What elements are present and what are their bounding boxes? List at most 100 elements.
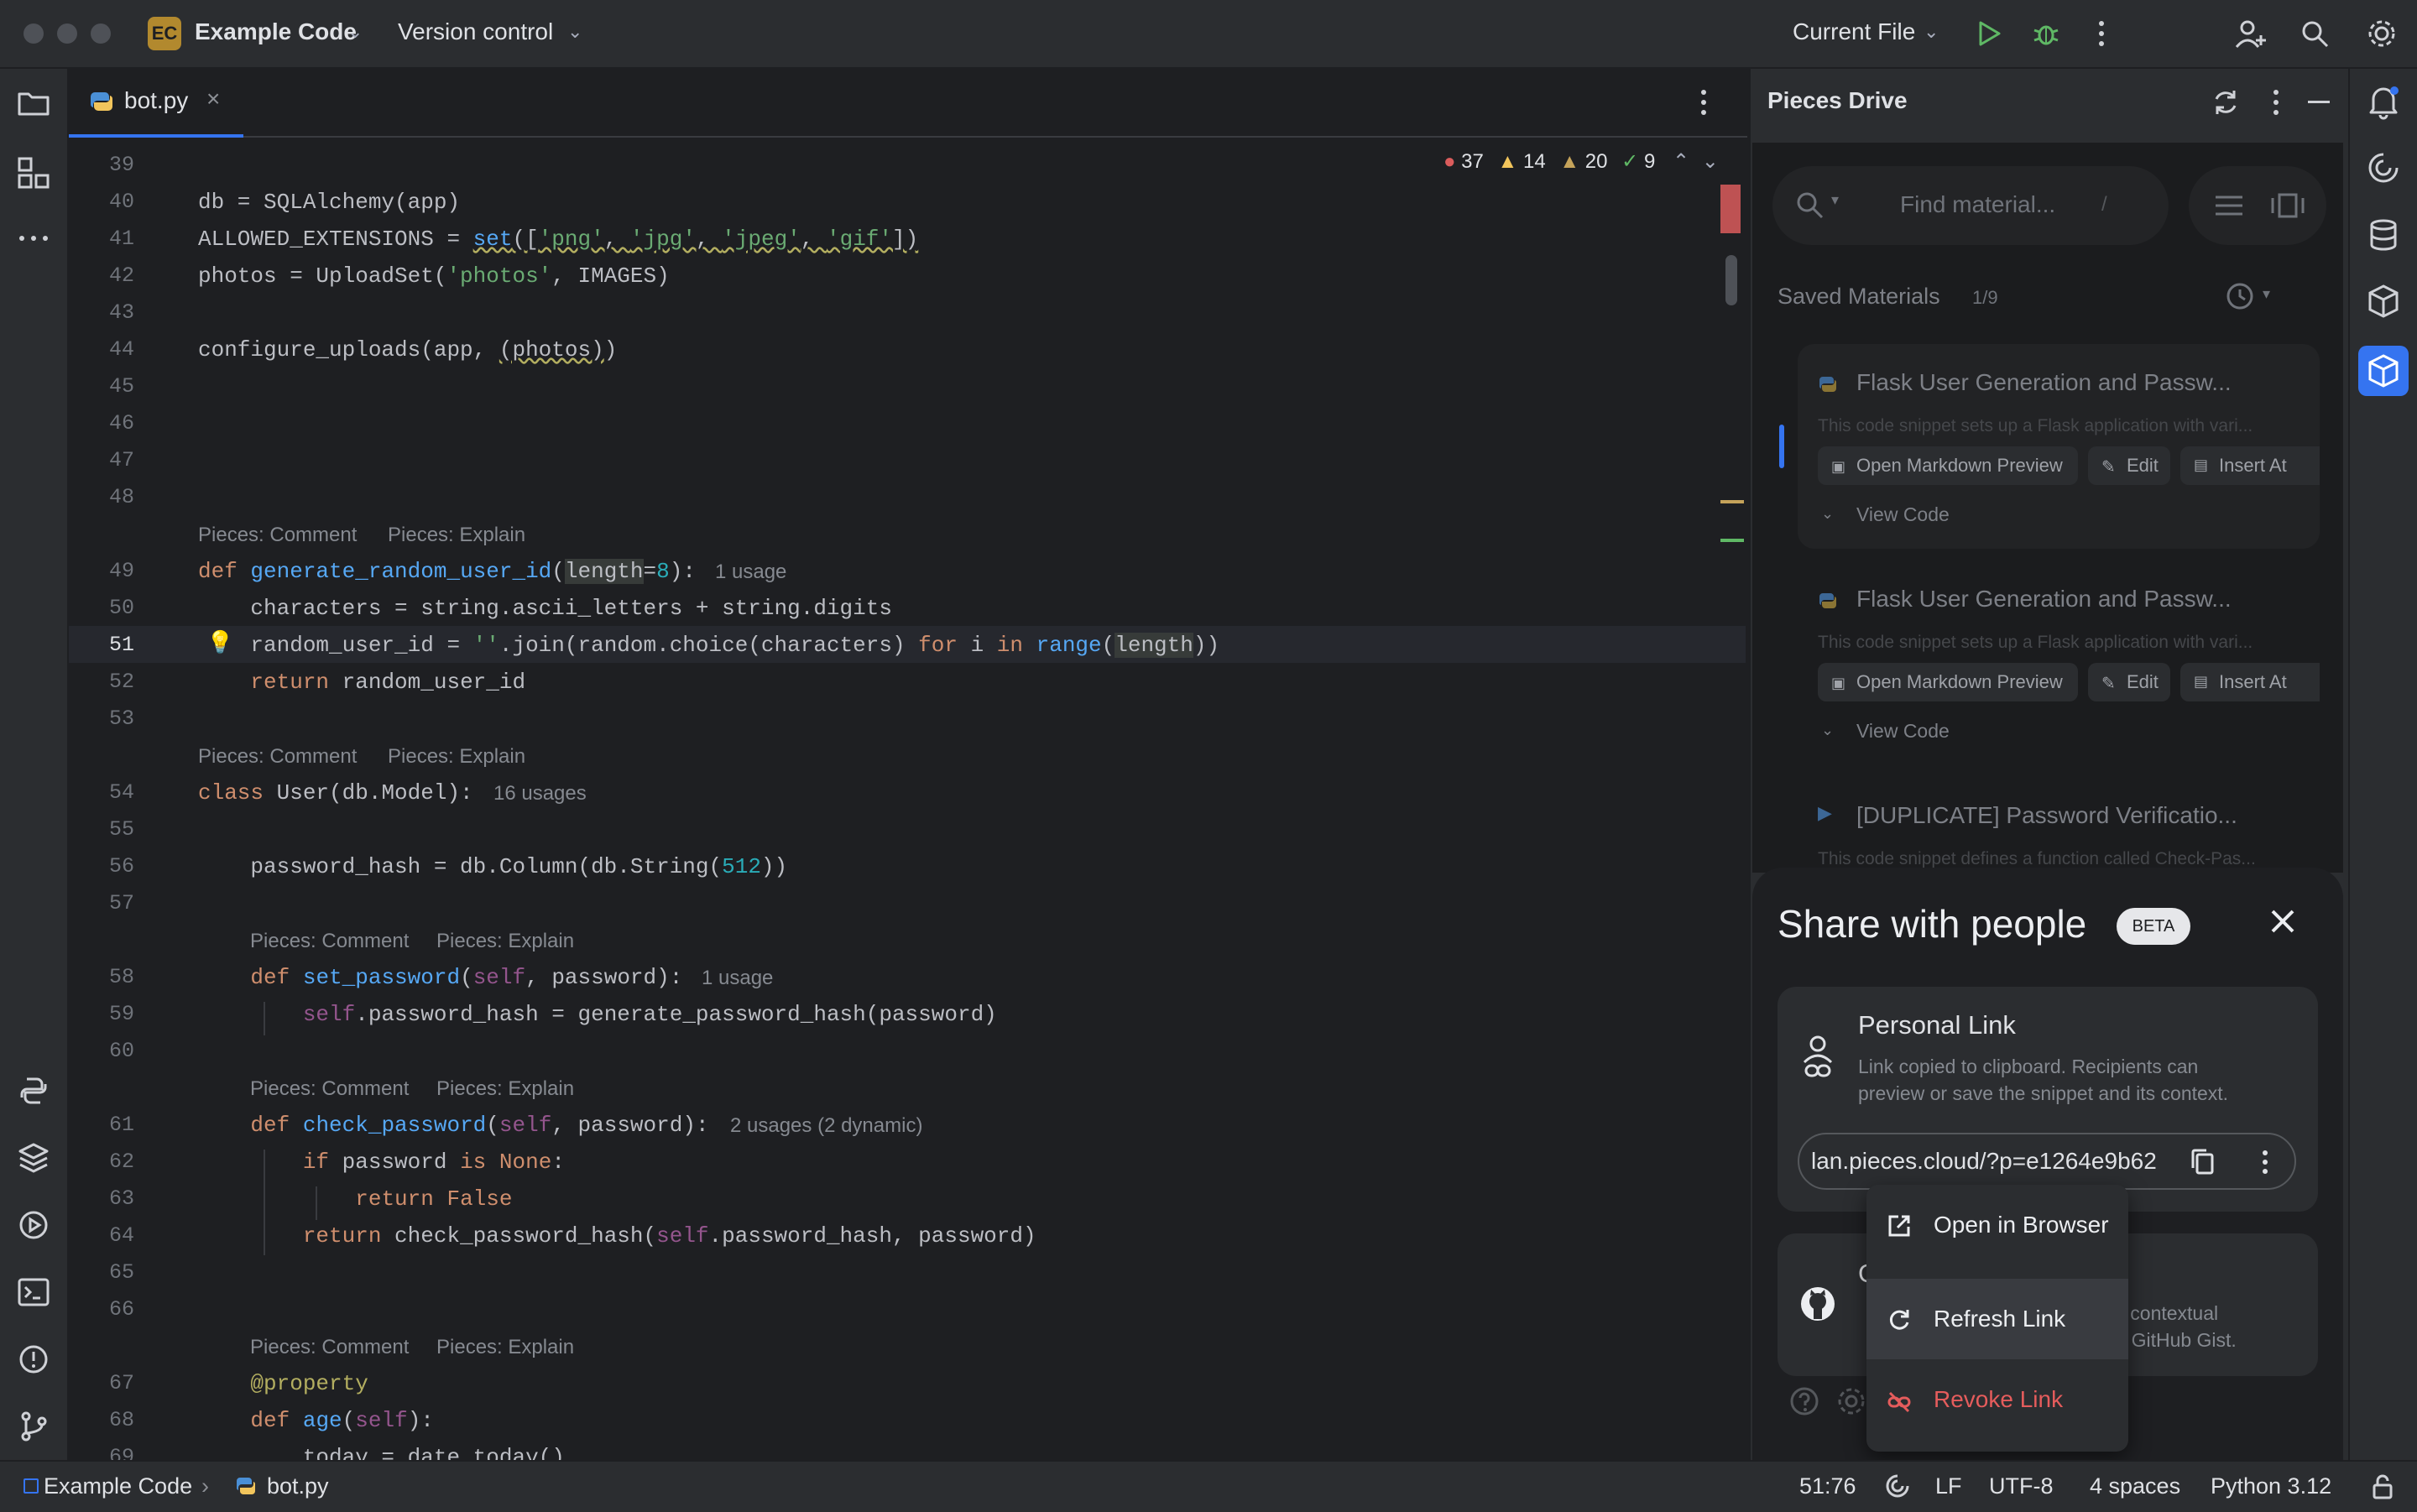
person-link-icon	[1803, 1035, 1833, 1077]
add-user-icon[interactable]	[2234, 17, 2268, 50]
scrollbar-thumb[interactable]	[1725, 255, 1737, 305]
usage-hint[interactable]: 16 usages	[493, 782, 587, 806]
pieces-comment-codelens[interactable]: Pieces: Comment	[198, 524, 357, 547]
pieces-explain-codelens[interactable]: Pieces: Explain	[436, 1077, 574, 1101]
error-stripe-marker[interactable]	[1720, 185, 1741, 233]
chevron-down-icon: ⌄	[1924, 21, 1939, 42]
pieces-explain-codelens[interactable]: Pieces: Explain	[388, 745, 525, 769]
more-tools-icon[interactable]	[17, 233, 50, 243]
pieces-explain-codelens[interactable]: Pieces: Explain	[436, 1336, 574, 1359]
file-encoding[interactable]: UTF-8	[1989, 1473, 2054, 1499]
weak-warning-icon: ▲	[1559, 150, 1580, 173]
pieces-comment-codelens[interactable]: Pieces: Comment	[250, 930, 409, 953]
change-stripe-marker[interactable]	[1720, 539, 1744, 542]
pieces-comment-codelens[interactable]: Pieces: Comment	[198, 745, 357, 769]
view-toggle[interactable]	[2189, 166, 2326, 245]
share-link-field[interactable]: lan.pieces.cloud/?p=e1264e9b62	[1798, 1133, 2296, 1190]
pieces-explain-codelens[interactable]: Pieces: Explain	[388, 524, 525, 547]
inspection-widget[interactable]: ● 37 ▲ 14 ▲ 20 ✓ 9 ⌃ ⌄	[1443, 149, 1719, 174]
problems-icon[interactable]	[17, 1343, 50, 1376]
view-code-toggle[interactable]: View Code	[1856, 503, 1950, 526]
close-icon[interactable]	[2268, 906, 2298, 936]
terminal-icon[interactable]	[17, 1275, 50, 1309]
pieces-comment-codelens[interactable]: Pieces: Comment	[250, 1336, 409, 1359]
code-line: characters = string.ascii_letters + stri…	[198, 596, 892, 621]
run-configuration-dropdown[interactable]: Current File	[1793, 18, 1915, 45]
project-name-dropdown[interactable]: Example Code	[195, 18, 357, 45]
next-highlight-icon[interactable]: ⌄	[1702, 150, 1719, 173]
help-icon[interactable]	[1788, 1384, 1821, 1418]
previous-highlight-icon[interactable]: ⌃	[1673, 150, 1689, 173]
breadcrumb-file[interactable]: bot.py	[267, 1473, 329, 1499]
search-filter-chevron-icon[interactable]: ▾	[1831, 191, 1839, 209]
project-folder-icon[interactable]	[17, 87, 50, 117]
history-clock-icon[interactable]	[2224, 280, 2256, 312]
more-options-icon[interactable]	[2093, 20, 2110, 47]
services-icon[interactable]	[17, 1208, 50, 1242]
line-number: 39	[108, 153, 134, 177]
layers-icon[interactable]	[17, 1141, 50, 1175]
link-options-icon[interactable]	[2259, 1150, 2271, 1175]
breadcrumb-project[interactable]: Example Code	[44, 1473, 192, 1499]
copy-icon[interactable]	[2189, 1148, 2216, 1176]
material-title[interactable]: [DUPLICATE] Password Verificatio...	[1856, 802, 2237, 829]
code-line: photos = UploadSet('photos', IMAGES)	[198, 263, 670, 289]
python-interpreter[interactable]: Python 3.12	[2211, 1473, 2331, 1499]
chevron-down-icon: ⌄	[1821, 722, 1835, 738]
panel-options-icon[interactable]	[2268, 89, 2284, 116]
view-code-toggle[interactable]: View Code	[1856, 720, 1950, 743]
gallery-view-icon[interactable]	[2269, 191, 2306, 220]
usage-hint[interactable]: 1 usage	[715, 560, 786, 584]
ai-assistant-icon[interactable]	[2367, 151, 2400, 185]
lock-icon[interactable]	[2370, 1473, 2395, 1500]
share-settings-gear-icon[interactable]	[1835, 1384, 1868, 1418]
code-line: random_user_id = ''.join(random.choice(c…	[198, 633, 1220, 658]
database-icon[interactable]	[2367, 218, 2400, 253]
open-markdown-preview-button[interactable]: Open Markdown Preview	[1818, 446, 2078, 485]
settings-gear-icon[interactable]	[2365, 17, 2399, 50]
refresh-icon[interactable]	[2211, 87, 2241, 117]
run-icon[interactable]	[1976, 20, 2002, 47]
minimize-panel-icon[interactable]	[2308, 101, 2330, 103]
tab-bot-py[interactable]: bot.py ×	[69, 69, 243, 138]
material-title[interactable]: Flask User Generation and Passw...	[1856, 369, 2232, 396]
code-line: return False	[355, 1186, 513, 1212]
tab-options-icon[interactable]	[1695, 89, 1712, 116]
line-separator[interactable]: LF	[1935, 1473, 1962, 1499]
material-title[interactable]: Flask User Generation and Passw...	[1856, 586, 2232, 613]
window-minimize-button[interactable]	[57, 23, 77, 44]
search-input[interactable]: Find material...	[1900, 191, 2055, 218]
edit-button[interactable]: Edit	[2088, 663, 2170, 701]
search-icon[interactable]	[2300, 18, 2330, 49]
usage-hint[interactable]: 2 usages (2 dynamic)	[730, 1114, 922, 1138]
pieces-copilot-icon[interactable]	[2367, 284, 2400, 319]
sort-chevron-icon[interactable]: ▾	[2263, 285, 2270, 303]
code-editor[interactable]: ● 37 ▲ 14 ▲ 20 ✓ 9 ⌃ ⌄ 39 40 41 42 43 44…	[69, 138, 1747, 1460]
open-markdown-preview-button[interactable]: Open Markdown Preview	[1818, 663, 2078, 701]
material-card[interactable]: Flask User Generation and Passw... This …	[1798, 344, 2320, 549]
search-icon	[1797, 192, 1824, 219]
material-card[interactable]: Flask User Generation and Passw... This …	[1798, 560, 2320, 765]
notifications-bell-icon[interactable]	[2367, 84, 2400, 121]
search-bar[interactable]: ▾ Find material... /	[1772, 166, 2169, 245]
close-tab-icon[interactable]: ×	[206, 86, 220, 112]
git-branch-icon[interactable]	[17, 1410, 50, 1443]
caret-position[interactable]: 51:76	[1799, 1473, 1856, 1499]
share-link-url[interactable]: lan.pieces.cloud/?p=e1264e9b62	[1811, 1148, 2157, 1175]
window-zoom-button[interactable]	[91, 23, 111, 44]
pieces-comment-codelens[interactable]: Pieces: Comment	[250, 1077, 409, 1101]
edit-button[interactable]: Edit	[2088, 446, 2170, 485]
debug-icon[interactable]	[2031, 18, 2061, 49]
python-console-icon[interactable]	[17, 1074, 50, 1108]
structure-icon[interactable]	[17, 156, 50, 190]
indentation[interactable]: 4 spaces	[2090, 1473, 2180, 1499]
window-close-button[interactable]	[23, 23, 44, 44]
ai-status-icon[interactable]	[1885, 1473, 1910, 1499]
version-control-dropdown[interactable]: Version control	[398, 18, 553, 45]
usage-hint[interactable]: 1 usage	[702, 967, 773, 990]
pieces-explain-codelens[interactable]: Pieces: Explain	[436, 930, 574, 953]
material-card[interactable]: ▶ [DUPLICATE] Password Verificatio... Th…	[1798, 777, 2320, 878]
pieces-drive-tool-button[interactable]	[2358, 346, 2409, 396]
list-view-icon[interactable]	[2212, 193, 2246, 218]
warning-stripe-marker[interactable]	[1720, 500, 1744, 503]
